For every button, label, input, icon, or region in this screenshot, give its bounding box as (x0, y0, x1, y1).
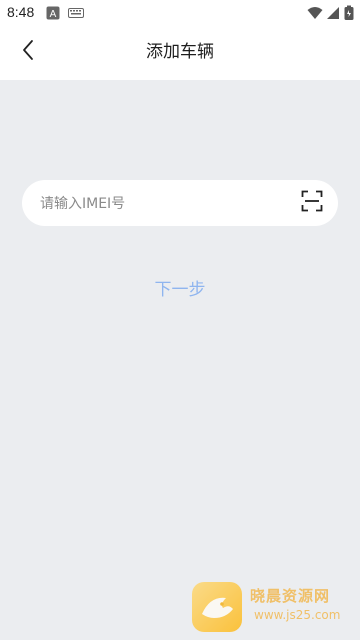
watermark-url: www.js25.com (254, 608, 341, 622)
next-step-button[interactable]: 下一步 (0, 278, 360, 302)
svg-text:A: A (50, 9, 57, 20)
back-button[interactable] (8, 32, 48, 72)
watermark-logo (192, 582, 242, 632)
scan-button[interactable] (298, 189, 326, 217)
status-bar: 8:48 A (0, 0, 360, 24)
signal-icon (326, 5, 340, 24)
wifi-icon (307, 5, 323, 24)
watermark-title: 晓晨资源网 (250, 587, 331, 605)
keyboard-icon (68, 5, 84, 24)
battery-icon (344, 5, 354, 25)
status-time: 8:48 (7, 4, 35, 20)
scan-icon (301, 190, 323, 216)
imei-input[interactable] (38, 180, 292, 228)
header: 添加车辆 (0, 24, 360, 80)
page-title: 添加车辆 (146, 42, 214, 62)
chevron-left-icon (21, 39, 35, 65)
watermark: 晓晨资源网 www.js25.com (192, 582, 352, 634)
a-notification-icon: A (46, 5, 60, 24)
imei-field-container (22, 180, 338, 228)
